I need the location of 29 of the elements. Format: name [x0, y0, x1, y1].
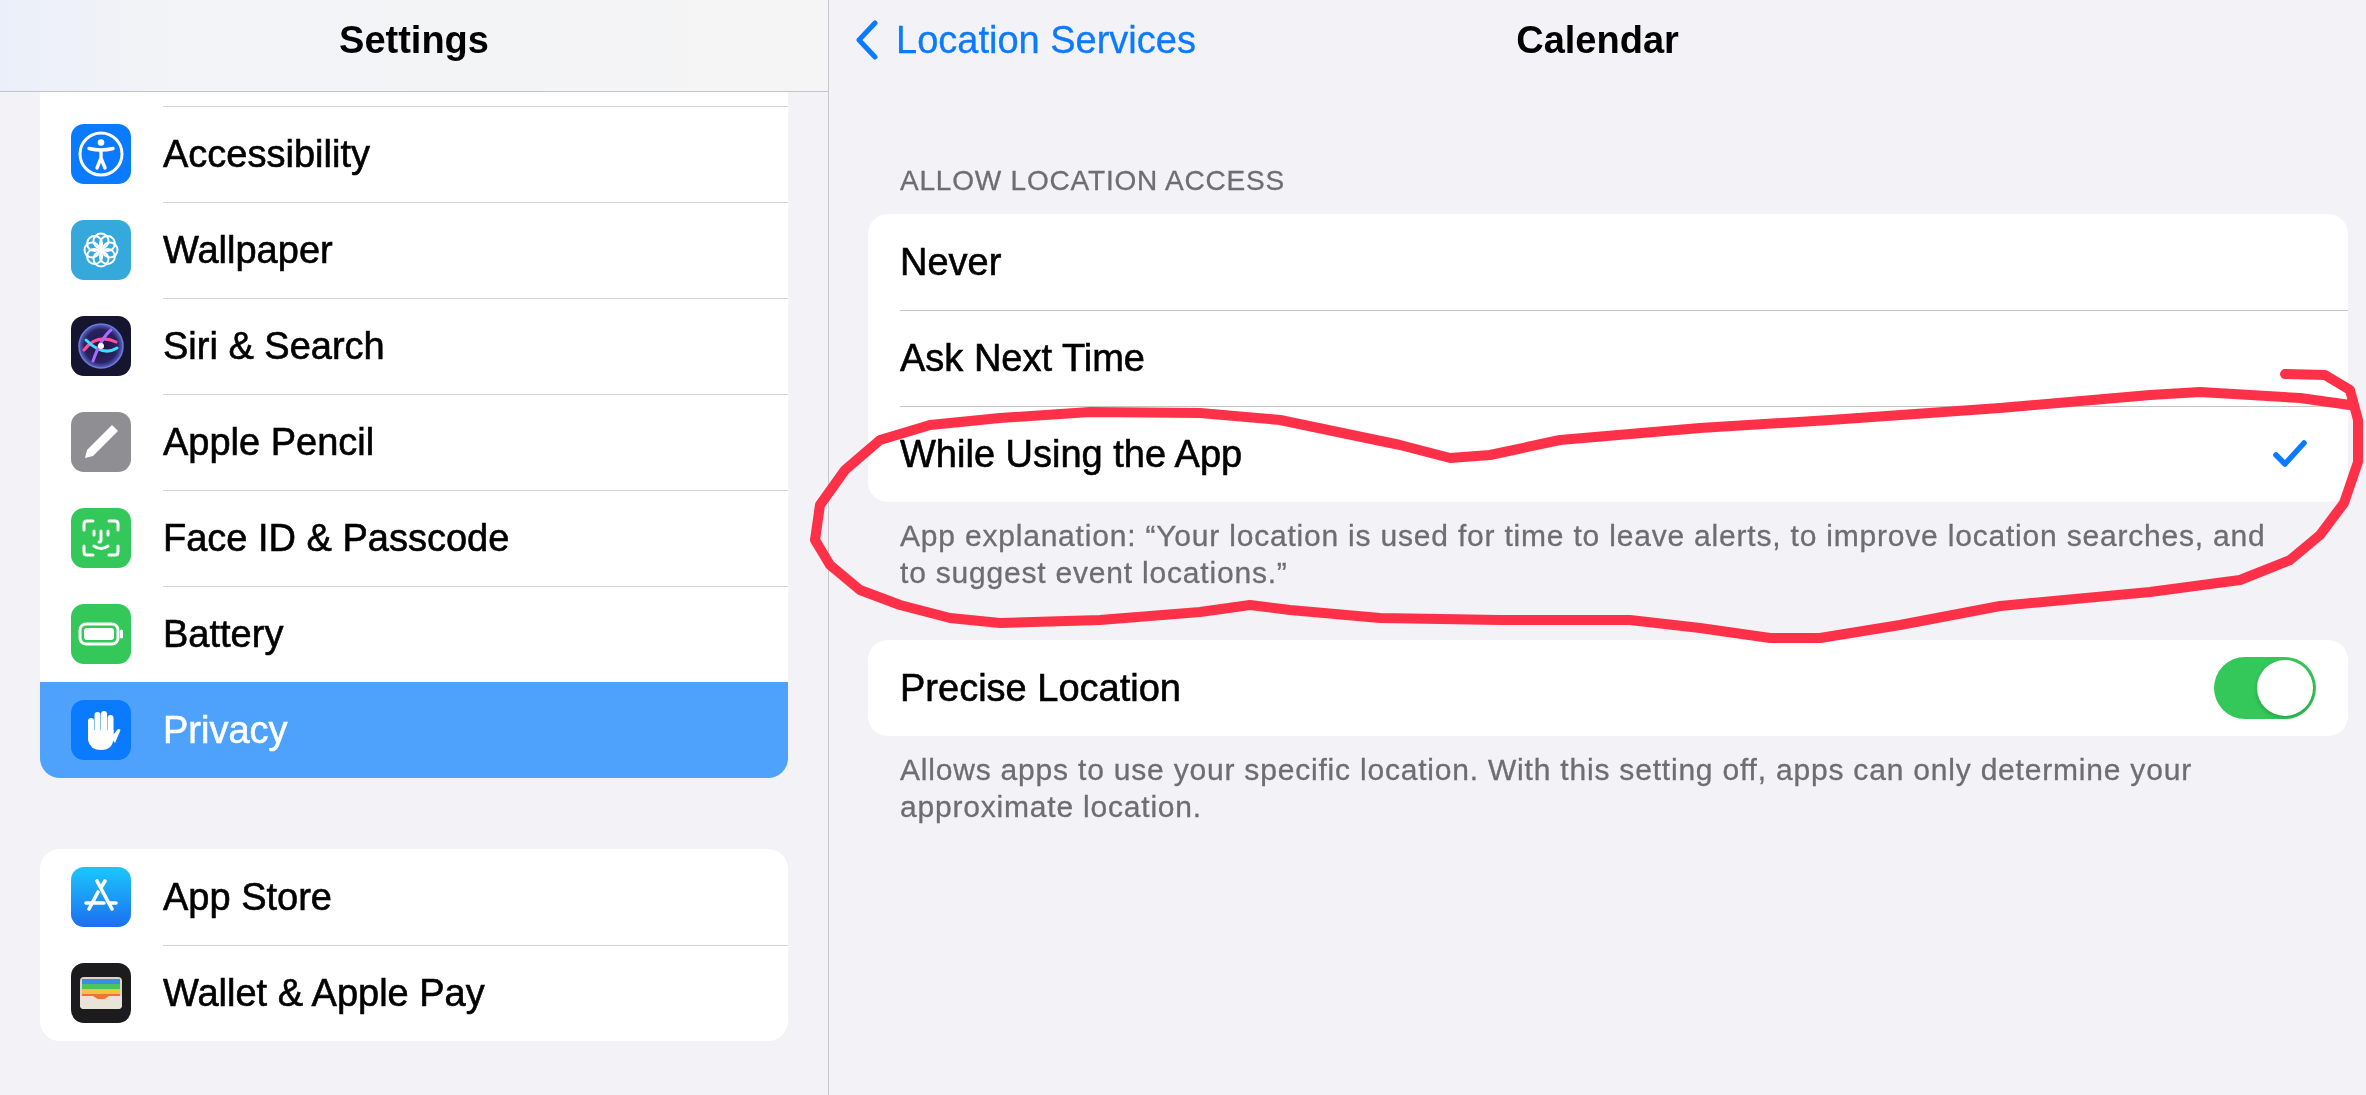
section-header: ALLOW LOCATION ACCESS	[899, 164, 1287, 198]
battery-icon	[71, 604, 131, 664]
accessibility-icon	[71, 124, 131, 184]
wallet-icon	[71, 963, 131, 1023]
sidebar-item[interactable]: App Store	[40, 849, 788, 945]
sidebar-title: Settings	[339, 19, 489, 62]
sidebar-item[interactable]: Siri & Search	[40, 298, 788, 394]
section-footer: Allows apps to use your specific location. With this setting off, apps can only determine your approximate location.	[868, 736, 2348, 825]
hand-icon	[71, 700, 131, 760]
back-chevron-icon	[855, 20, 879, 60]
toggle-switch[interactable]	[2214, 657, 2316, 719]
flower-icon	[71, 220, 131, 280]
face-scan-icon	[71, 508, 131, 568]
sidebar-item[interactable]: Apple Pencil	[40, 394, 788, 490]
sidebar-item[interactable]: Battery	[40, 586, 788, 682]
sidebar-item[interactable]: Wallet & Apple Pay	[40, 945, 788, 1041]
location-option[interactable]: Never	[868, 214, 2348, 310]
pencil-icon	[71, 412, 131, 472]
location-option[interactable]: While Using the App	[868, 406, 2348, 502]
orb-icon	[71, 316, 131, 376]
nav-title: Calendar	[1516, 18, 1679, 62]
back-button[interactable]: Location Services	[855, 18, 1196, 62]
location-option[interactable]: Ask Next Time	[868, 310, 2348, 406]
setting-label: Precise Location	[900, 666, 1181, 710]
sidebar-item[interactable]: Wallpaper	[40, 202, 788, 298]
sidebar-item[interactable]: Face ID & Passcode	[40, 490, 788, 586]
section-footer: App explanation: “Your location is used for time to leave alerts, to improve location searches, and to suggest event locations.”	[868, 502, 2348, 591]
sidebar-item[interactable]: Accessibility	[40, 106, 788, 202]
app-store-icon	[71, 867, 131, 927]
